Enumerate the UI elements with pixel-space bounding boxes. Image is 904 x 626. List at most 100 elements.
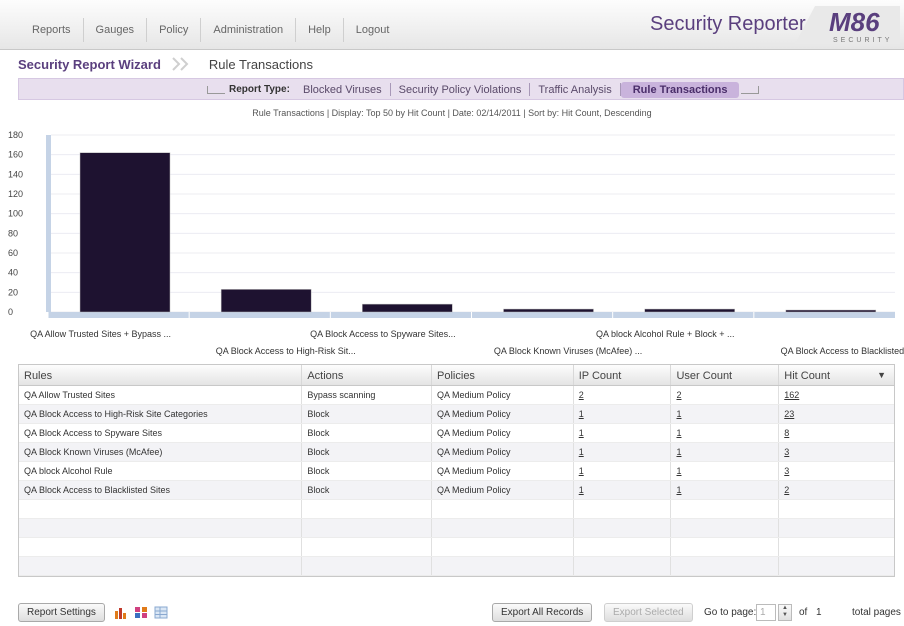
nav-separator	[200, 18, 202, 42]
table-row[interactable]: QA Block Access to Blacklisted Sites Bloc…	[19, 481, 894, 500]
table-cell: 2	[671, 386, 780, 404]
count-link[interactable]: 1	[676, 466, 681, 476]
export-selected-button[interactable]: Export Selected	[604, 603, 693, 622]
bar[interactable]	[785, 309, 877, 313]
breadcrumb: Security Report Wizard Rule Transactions	[18, 54, 904, 74]
column-header-ip-count[interactable]: IP Count	[574, 365, 672, 385]
tab-blocked-viruses[interactable]: Blocked Viruses	[295, 84, 390, 96]
count-link[interactable]: 1	[676, 428, 681, 438]
nav-item-policy[interactable]: Policy	[149, 24, 198, 36]
wizard-step: Rule Transactions	[208, 56, 313, 72]
count-link[interactable]: 1	[579, 447, 584, 457]
table-cell: 1	[574, 405, 672, 423]
count-link[interactable]: 1	[579, 409, 584, 419]
tab-traffic-analysis[interactable]: Traffic Analysis	[530, 84, 619, 96]
table-cell: 1	[671, 481, 780, 499]
column-header-user-count[interactable]: User Count	[671, 365, 780, 385]
bar[interactable]	[362, 303, 453, 313]
count-link[interactable]: 162	[784, 390, 799, 400]
wizard-title[interactable]: Security Report Wizard	[18, 57, 161, 72]
stacked-chart-icon[interactable]	[134, 606, 148, 619]
y-tick-label: 180	[8, 130, 23, 140]
table-cell: QA Block Known Viruses (McAfee)	[19, 443, 303, 461]
table-cell: QA Medium Policy	[432, 462, 574, 480]
table-cell: QA block Alcohol Rule	[19, 462, 303, 480]
table-cell	[779, 538, 894, 556]
column-header-label: User Count	[676, 370, 733, 382]
table-view-icon[interactable]	[154, 606, 168, 619]
table-cell: 1	[671, 443, 780, 461]
table-cell	[302, 557, 433, 575]
y-tick-label: 160	[8, 150, 23, 160]
total-pages-value: 1	[816, 607, 822, 618]
count-link[interactable]: 1	[676, 447, 681, 457]
column-header-hit-count[interactable]: Hit Count ▼	[779, 365, 894, 385]
table-row[interactable]: QA Allow Trusted Sites Bypass scanning QA …	[19, 386, 894, 405]
table-cell: 2	[779, 481, 894, 499]
arrow-right-icon	[741, 86, 759, 94]
count-link[interactable]: 1	[579, 485, 584, 495]
page-number-input[interactable]: 1	[756, 604, 776, 621]
x-category-label: QA Block Access to Blacklisted S...	[781, 346, 904, 356]
count-link[interactable]: 3	[784, 447, 789, 457]
bar[interactable]	[644, 308, 735, 313]
table-cell	[779, 557, 894, 575]
page-spinner[interactable]: ▲ ▼	[778, 604, 792, 621]
of-label: of	[799, 607, 808, 618]
column-header-rules[interactable]: Rules	[19, 365, 303, 385]
nav-item-logout[interactable]: Logout	[346, 24, 400, 36]
column-header-policies[interactable]: Policies	[432, 365, 574, 385]
column-header-label: IP Count	[578, 370, 622, 382]
report-settings-button[interactable]: Report Settings	[18, 603, 105, 622]
count-link[interactable]: 1	[579, 466, 584, 476]
sort-descending-icon[interactable]: ▼	[877, 370, 886, 380]
tab-security-policy-violations[interactable]: Security Policy Violations	[391, 84, 530, 96]
bar[interactable]	[220, 289, 312, 313]
column-header-label: Hit Count	[784, 370, 831, 382]
table-cell: Block	[302, 443, 433, 461]
column-header-actions[interactable]: Actions	[302, 365, 433, 385]
table-cell: QA Allow Trusted Sites	[19, 386, 303, 404]
table-cell	[779, 500, 894, 518]
y-tick-label: 0	[8, 307, 13, 317]
table-cell: QA Medium Policy	[432, 443, 574, 461]
table-row[interactable]: QA Block Known Viruses (McAfee) Block QA M…	[19, 443, 894, 462]
nav-item-help[interactable]: Help	[298, 24, 341, 36]
count-link[interactable]: 2	[579, 390, 584, 400]
table-cell: QA Medium Policy	[432, 424, 574, 442]
table-row[interactable]: QA Block Access to Spyware Sites Block QA …	[19, 424, 894, 443]
bar-chart-icon[interactable]	[114, 606, 128, 619]
count-link[interactable]: 3	[784, 466, 789, 476]
y-tick-label: 100	[8, 209, 23, 219]
tab-rule-transactions[interactable]: Rule Transactions	[620, 81, 740, 98]
table-row[interactable]: QA Block Access to High-Risk Site Catego…	[19, 405, 894, 424]
nav-item-administration[interactable]: Administration	[203, 24, 293, 36]
count-link[interactable]: 8	[784, 428, 789, 438]
bar[interactable]	[79, 152, 171, 313]
nav-item-reports[interactable]: Reports	[22, 24, 81, 36]
report-subtitle: Rule Transactions | Display: Top 50 by H…	[252, 108, 652, 118]
table-cell: 1	[671, 405, 780, 423]
count-link[interactable]: 2	[676, 390, 681, 400]
nav-separator	[146, 18, 148, 42]
export-all-button[interactable]: Export All Records	[492, 603, 593, 622]
count-link[interactable]: 1	[579, 428, 584, 438]
count-link[interactable]: 1	[676, 409, 681, 419]
table-cell: 2	[574, 386, 672, 404]
y-tick-label: 120	[8, 189, 23, 199]
table-cell: QA Medium Policy	[432, 386, 574, 404]
count-link[interactable]: 23	[784, 409, 794, 419]
table-body: QA Allow Trusted Sites Bypass scanning QA …	[19, 386, 894, 576]
count-link[interactable]: 1	[676, 485, 681, 495]
table-cell	[19, 500, 303, 518]
y-tick-label: 140	[8, 169, 23, 179]
table-row	[19, 538, 894, 557]
bar-chart: 0 20 40 60 80 100 120 140 160 180 QA Allow Trusted…	[0, 125, 904, 360]
bar[interactable]	[503, 308, 594, 313]
count-link[interactable]: 2	[784, 485, 789, 495]
table-row	[19, 557, 894, 576]
nav-item-gauges[interactable]: Gauges	[86, 24, 145, 36]
table-cell: QA Block Access to Spyware Sites	[19, 424, 303, 442]
table-row[interactable]: QA block Alcohol Rule Block QA Medium Poli…	[19, 462, 894, 481]
table-header: Rules Actions Policies IP Count User Count Hi…	[19, 365, 894, 386]
